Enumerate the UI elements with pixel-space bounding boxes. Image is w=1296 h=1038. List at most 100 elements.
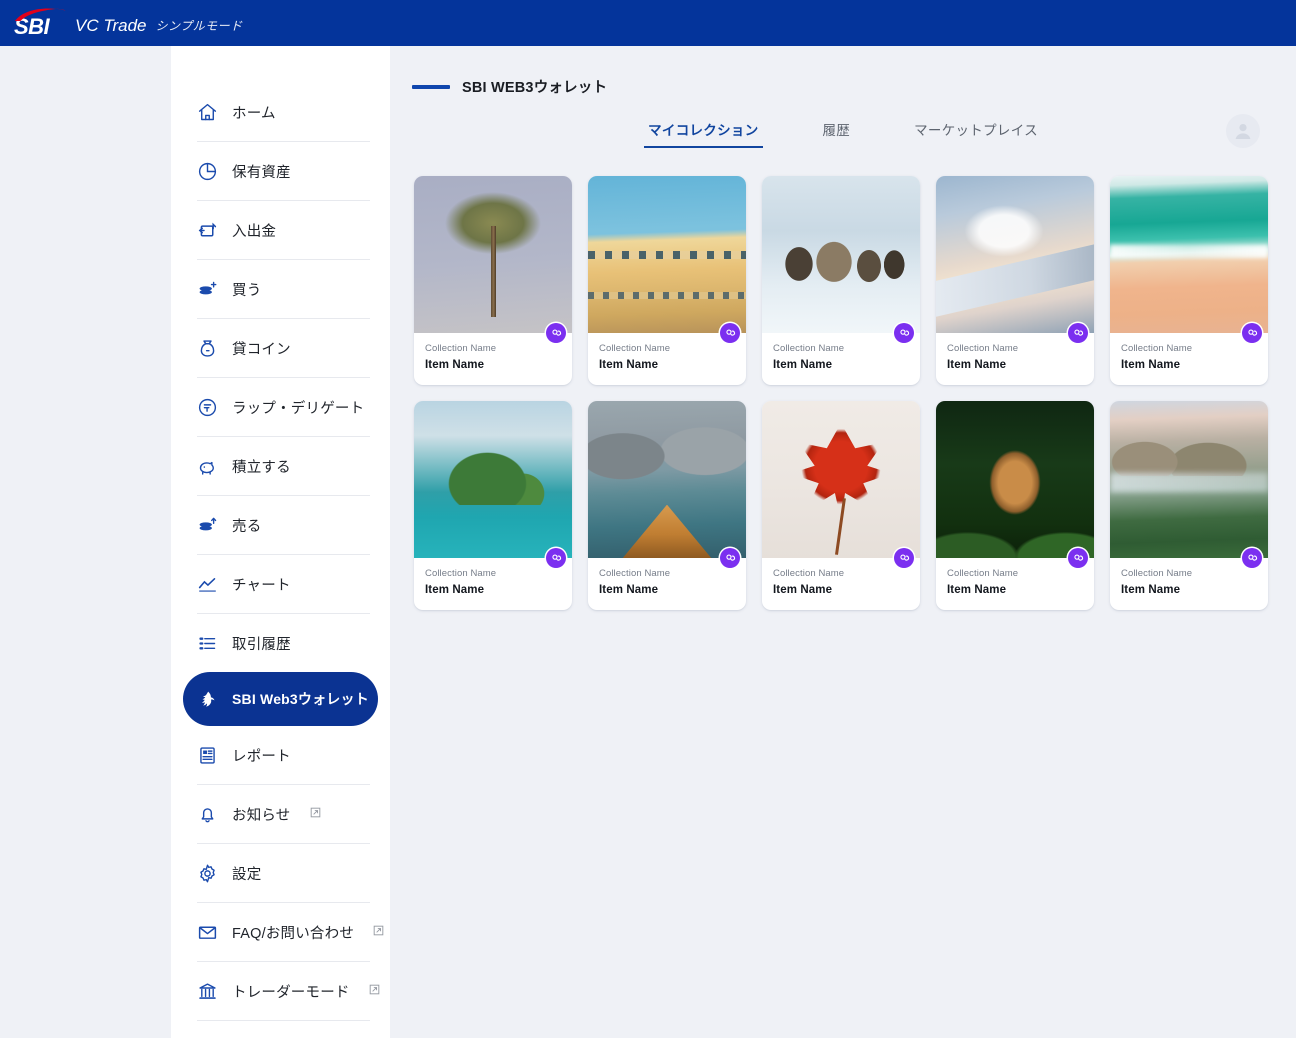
nft-card[interactable]: Collection Name Item Name <box>1110 176 1268 385</box>
main-content: SBI WEB3ウォレット マイコレクション 履歴 マーケットプレイス Coll… <box>390 46 1296 1038</box>
collection-name: Collection Name <box>947 343 1019 354</box>
collection-name: Collection Name <box>425 568 497 579</box>
sidebar-item-wrap-delegate[interactable]: ラップ・デリゲート <box>171 378 390 436</box>
nft-card[interactable]: Collection Name Item Name <box>414 401 572 610</box>
nft-card-grid: Collection Name Item Name Collection Nam… <box>390 148 1296 610</box>
sidebar-item-trade-history[interactable]: 取引履歴 <box>171 614 390 672</box>
sidebar-item-trader-mode[interactable]: トレーダーモード <box>171 962 390 1020</box>
polygon-chain-icon <box>1068 323 1088 343</box>
tab-history[interactable]: 履歴 <box>821 113 853 148</box>
wrap-delegate-icon <box>197 397 218 418</box>
sidebar-item-label: FAQ/お問い合わせ <box>232 925 355 942</box>
tropical-island-photo <box>414 401 572 568</box>
sidebar-item-buy[interactable]: 買う <box>171 260 390 318</box>
nft-card-body: Collection Name Item Name <box>936 333 1094 385</box>
sidebar-nav: ホーム 保有資産 入出金 買う 貸コイン ラップ・デリゲート 積立する 売る チ… <box>171 46 390 1021</box>
sidebar-item-home[interactable]: ホーム <box>171 83 390 141</box>
collection-name: Collection Name <box>947 568 1019 579</box>
item-name: Item Name <box>773 584 833 596</box>
sidebar-item-chart[interactable]: チャート <box>171 555 390 613</box>
nft-card[interactable]: Collection Name Item Name <box>414 176 572 385</box>
brand-logo[interactable]: SBI VC Trade シンプルモード <box>14 8 243 38</box>
user-avatar-icon <box>1235 124 1251 139</box>
polygon-chain-icon <box>1242 548 1262 568</box>
sidebar-item-sbi-web3-wallet[interactable]: SBI Web3ウォレット <box>183 672 378 726</box>
nft-card-body: Collection Name Item Name <box>1110 558 1268 610</box>
collection-tabs: マイコレクション 履歴 マーケットプレイス <box>390 113 1296 148</box>
sidebar-item-label: レポート <box>232 748 291 765</box>
external-link-icon <box>310 805 321 823</box>
polygon-chain-icon <box>546 548 566 568</box>
sidebar-item-label: 買う <box>232 282 262 299</box>
sidebar-item-label: SBI Web3ウォレット <box>232 691 369 707</box>
coins-up-icon <box>197 515 218 536</box>
list-icon <box>197 633 218 654</box>
nft-card[interactable]: Collection Name Item Name <box>1110 401 1268 610</box>
nft-card-body: Collection Name Item Name <box>588 558 746 610</box>
mail-icon <box>197 922 218 943</box>
coin-bag-icon <box>197 338 218 359</box>
app-header: SBI VC Trade シンプルモード <box>0 0 1296 46</box>
collection-name: Collection Name <box>1121 343 1193 354</box>
page-header: SBI WEB3ウォレット <box>390 46 1296 97</box>
sidebar-item-lend-coin[interactable]: 貸コイン <box>171 319 390 377</box>
nft-card-body: Collection Name Item Name <box>762 558 920 610</box>
mountain-lake-boat-photo <box>588 401 746 568</box>
item-name: Item Name <box>425 359 485 371</box>
nft-card[interactable]: Collection Name Item Name <box>588 176 746 385</box>
sidebar-item-label: ホーム <box>232 105 276 122</box>
red-maple-leaf-photo <box>762 401 920 568</box>
nft-card[interactable]: Collection Name Item Name <box>936 401 1094 610</box>
collection-name: Collection Name <box>1121 568 1193 579</box>
sidebar-item-label: トレーダーモード <box>232 984 350 1001</box>
polygon-chain-icon <box>1068 548 1088 568</box>
sidebar-item-settings[interactable]: 設定 <box>171 844 390 902</box>
reindeer-snow-photo <box>762 176 920 343</box>
sbi-logo-mark: SBI <box>14 8 66 38</box>
sidebar-item-faq-contact[interactable]: FAQ/お問い合わせ <box>171 903 390 961</box>
item-name: Item Name <box>599 359 659 371</box>
misty-valley-photo <box>1110 401 1268 568</box>
sidebar-item-report[interactable]: レポート <box>171 726 390 784</box>
nft-card-body: Collection Name Item Name <box>414 558 572 610</box>
bank-icon <box>197 981 218 1002</box>
palm-tree-photo <box>414 176 572 343</box>
sidebar-item-sell[interactable]: 売る <box>171 496 390 554</box>
report-icon <box>197 745 218 766</box>
polygon-chain-icon <box>1242 323 1262 343</box>
nft-card[interactable]: Collection Name Item Name <box>936 176 1094 385</box>
polygon-chain-icon <box>720 548 740 568</box>
sidebar-item-label: 積立する <box>232 459 291 476</box>
polygon-chain-icon <box>720 323 740 343</box>
nft-card[interactable]: Collection Name Item Name <box>762 401 920 610</box>
wallet-fox-icon <box>197 689 218 710</box>
nft-card[interactable]: Collection Name Item Name <box>762 176 920 385</box>
collection-name: Collection Name <box>425 343 497 354</box>
squirrel-forest-photo <box>936 401 1094 568</box>
home-icon <box>197 102 218 123</box>
avatar[interactable] <box>1226 114 1260 148</box>
page-title: SBI WEB3ウォレット <box>462 80 608 96</box>
sidebar-item-deposit-withdraw[interactable]: 入出金 <box>171 201 390 259</box>
sidebar-item-label: お知らせ <box>232 807 291 824</box>
sidebar-item-label: ラップ・デリゲート <box>232 400 365 417</box>
tab-my-collection[interactable]: マイコレクション <box>644 113 763 148</box>
sidebar-item-label: 売る <box>232 518 262 535</box>
title-marker <box>412 84 450 89</box>
tab-marketplace[interactable]: マーケットプレイス <box>912 113 1040 148</box>
external-link-icon <box>373 923 384 941</box>
sidebar-item-notifications[interactable]: お知らせ <box>171 785 390 843</box>
divider <box>197 1020 370 1021</box>
collection-name: Collection Name <box>773 343 845 354</box>
item-name: Item Name <box>425 584 485 596</box>
nft-card[interactable]: Collection Name Item Name <box>588 401 746 610</box>
item-name: Item Name <box>947 584 1007 596</box>
sidebar-item-label: 保有資産 <box>232 164 291 181</box>
external-link-icon <box>369 982 380 1000</box>
nft-card-body: Collection Name Item Name <box>762 333 920 385</box>
sidebar-item-accumulate[interactable]: 積立する <box>171 437 390 495</box>
sidebar: ホーム 保有資産 入出金 買う 貸コイン ラップ・デリゲート 積立する 売る チ… <box>171 46 390 1038</box>
sidebar-item-holdings[interactable]: 保有資産 <box>171 142 390 200</box>
item-name: Item Name <box>773 359 833 371</box>
collection-name: Collection Name <box>599 343 671 354</box>
